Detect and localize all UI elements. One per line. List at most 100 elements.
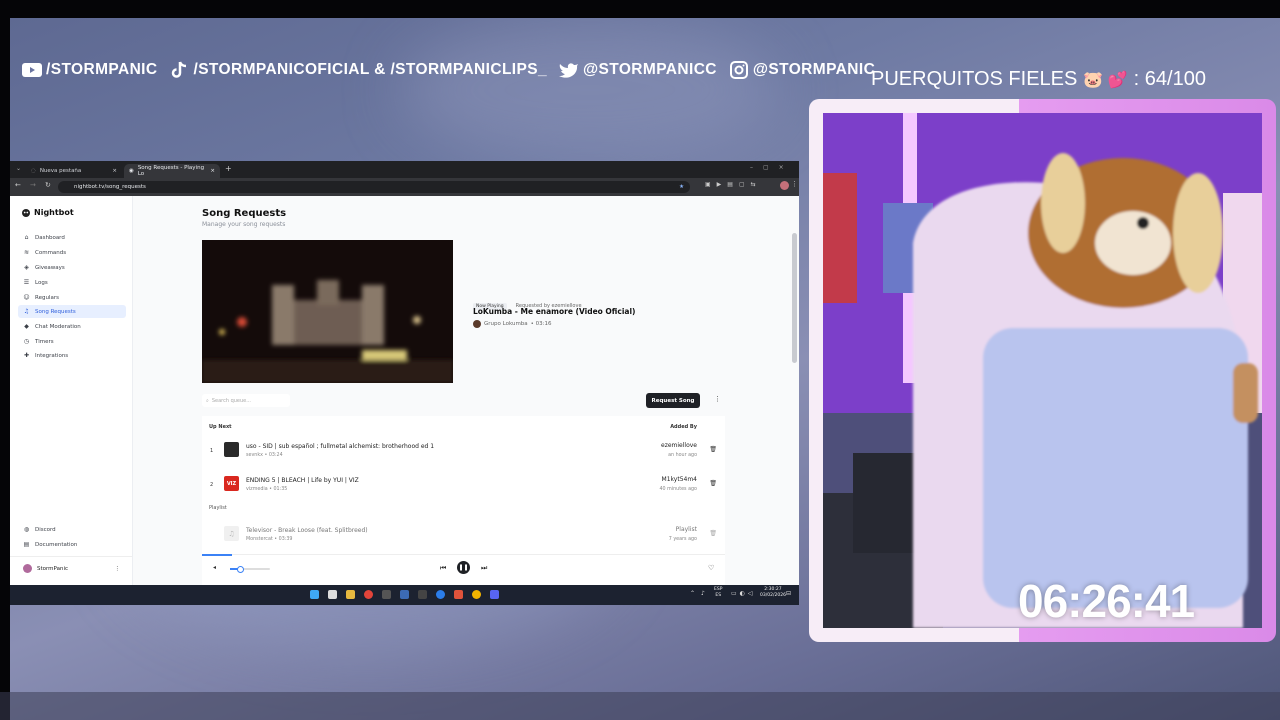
close-icon[interactable]: × [210, 168, 215, 174]
sidebar-item-giveaways[interactable]: ◈ Giveaways [18, 261, 126, 274]
added-time: 7 years ago [668, 537, 697, 542]
extension-icons[interactable]: ▣▶▤▢⇆ [705, 181, 762, 188]
goal-count: : 64/100 [1133, 68, 1206, 90]
social-instagram: @STORMPANIC [729, 61, 875, 79]
tab-list-icon[interactable]: ⌄ [16, 165, 21, 172]
sidebar-item-song-requests[interactable]: ♫ Song Requests [18, 305, 126, 318]
music-note-icon: ♫ [224, 526, 239, 541]
volume-handle[interactable] [237, 566, 244, 573]
sidebar-item-label: Timers [35, 338, 54, 345]
window-controls[interactable]: –▢× [750, 164, 794, 171]
browser-window: ⌄ ◌ Nueva pestaña × ◉ Song Requests - Pl… [10, 161, 799, 605]
new-tab-icon[interactable]: + [225, 164, 232, 173]
url-field[interactable]: nightbot.tv/song_requests ★ [58, 181, 690, 193]
volume-slider[interactable] [230, 566, 270, 573]
pause-button[interactable]: ❚❚ [457, 561, 470, 574]
previous-icon[interactable]: ⏮ [440, 564, 446, 573]
sidebar-item-regulars[interactable]: ☺ Regulars [18, 291, 126, 304]
user-name: StormPanic [37, 565, 69, 572]
sidebar-item-chat-moderation[interactable]: ◆ Chat Moderation [18, 320, 126, 333]
heart-icon[interactable]: ♡ [708, 564, 714, 572]
sidebar-item-label: Logs [35, 279, 48, 286]
sidebar-item-logs[interactable]: ☰ Logs [18, 276, 126, 289]
artist-name[interactable]: Grupo Lokumba [484, 321, 528, 327]
trash-icon[interactable]: 🗑 [709, 446, 717, 453]
avatar [23, 564, 32, 573]
instagram-icon [729, 61, 749, 79]
sidebar-item-integrations[interactable]: ✚ Integrations [18, 349, 126, 362]
lang-region: ES [715, 593, 722, 598]
browser-menu-icon[interactable]: ⋮ [791, 180, 798, 188]
home-icon: ⌂ [24, 234, 29, 241]
sidebar-item-label: Documentation [35, 541, 78, 548]
sidebar-item-label: Chat Moderation [35, 323, 81, 330]
shield-icon: ◆ [24, 323, 29, 330]
app-icon[interactable] [382, 590, 391, 599]
video-player[interactable] [202, 240, 453, 383]
song-thumbnail: VIZ [224, 476, 239, 491]
start-icon[interactable] [310, 590, 319, 599]
tab-song-requests[interactable]: ◉ Song Requests - Playing Lo × [124, 164, 220, 178]
added-by-header: Added By [670, 424, 697, 430]
edge-icon[interactable] [436, 590, 445, 599]
song-meta: sevnkx • 03:24 [246, 453, 283, 458]
clock[interactable]: 2:30:27 03/02/2026 [760, 587, 786, 599]
reload-icon[interactable]: ↻ [45, 181, 51, 189]
discord-icon: ◍ [23, 526, 30, 533]
queue-row[interactable]: 1 uso - SID | sub español ; fullmetal al… [202, 435, 725, 463]
back-icon[interactable]: ← [15, 181, 21, 189]
sidebar-item-documentation[interactable]: ▤ Documentation [18, 538, 126, 551]
volume-icon[interactable]: ◂ [213, 564, 216, 571]
song-duration: • 03:16 [530, 321, 552, 327]
nightbot-page: Nightbot ⌂ Dashboard ≋ Commands ◈ Giveaways… [10, 196, 799, 586]
queue-row[interactable]: 2 VIZ ENDING 5 | BLEACH | Life by YUI | … [202, 469, 725, 497]
bookmark-star-icon[interactable]: ★ [679, 184, 684, 190]
app-icon[interactable] [418, 590, 427, 599]
next-icon[interactable]: ⏭ [481, 564, 487, 573]
brave-icon[interactable] [454, 590, 463, 599]
goal-emoji: 🐷 💕 [1083, 71, 1128, 89]
search-queue-input[interactable]: ⌕ Search queue... [202, 394, 290, 407]
tab-favicon-icon: ◌ [31, 168, 36, 174]
chrome-icon[interactable] [364, 590, 373, 599]
request-song-button[interactable]: Request Song [646, 393, 700, 408]
forward-icon[interactable]: → [30, 181, 36, 189]
sidebar-item-discord[interactable]: ◍ Discord [18, 523, 126, 536]
profile-avatar-icon[interactable] [780, 181, 789, 190]
top-black-bar [0, 0, 1280, 18]
song-meta: Monstercat • 03:39 [246, 537, 293, 542]
more-icon[interactable]: ⋮ [115, 566, 121, 572]
tiktok-icon [169, 61, 189, 79]
tray-chevron-icon[interactable]: ⌃ [690, 590, 695, 597]
notification-icon[interactable]: ⊟ [786, 590, 791, 597]
now-playing-title[interactable]: LoKumba - Me enamore (Video Oficial) [473, 307, 635, 316]
folder-icon[interactable] [346, 590, 355, 599]
user-menu[interactable]: StormPanic ⋮ [18, 562, 126, 575]
calendar-icon[interactable] [328, 590, 337, 599]
trash-icon[interactable]: 🗑 [709, 480, 717, 487]
close-icon[interactable]: × [112, 168, 117, 174]
chrome-icon[interactable] [472, 590, 481, 599]
sidebar: Nightbot ⌂ Dashboard ≋ Commands ◈ Giveaways… [10, 196, 133, 585]
language-indicator[interactable]: ESP ES [714, 587, 722, 599]
tab-label: Nueva pestaña [39, 168, 82, 174]
scrollbar[interactable] [792, 233, 797, 363]
sidebar-item-dashboard[interactable]: ⌂ Dashboard [18, 231, 126, 244]
sidebar-item-commands[interactable]: ≋ Commands [18, 246, 126, 259]
playlist-row[interactable]: ♫ Televisor - Break Loose (feat. Splitbr… [202, 519, 725, 547]
steam-icon[interactable] [400, 590, 409, 599]
trash-icon[interactable]: 🗑 [709, 530, 717, 537]
discord-icon[interactable] [490, 590, 499, 599]
users-icon: ☺ [23, 294, 30, 301]
tab-new-tab[interactable]: ◌ Nueva pestaña × [26, 164, 122, 178]
queue-options-icon[interactable]: ⋮ [714, 395, 721, 403]
playback-progress[interactable] [202, 554, 232, 556]
social-label: @STORMPANIC [752, 61, 876, 78]
song-title: ENDING 5 | BLEACH | Life by YUI | VIZ [246, 477, 359, 484]
system-tray-icons[interactable]: ▭◐◁ [731, 590, 756, 597]
song-title: uso - SID | sub español ; fullmetal alch… [246, 443, 435, 450]
mic-icon[interactable]: ♪ [701, 590, 705, 597]
added-by-user: M1kyt54m4 [661, 476, 697, 483]
nightbot-logo-icon [22, 208, 30, 217]
sidebar-item-timers[interactable]: ◷ Timers [18, 335, 126, 348]
